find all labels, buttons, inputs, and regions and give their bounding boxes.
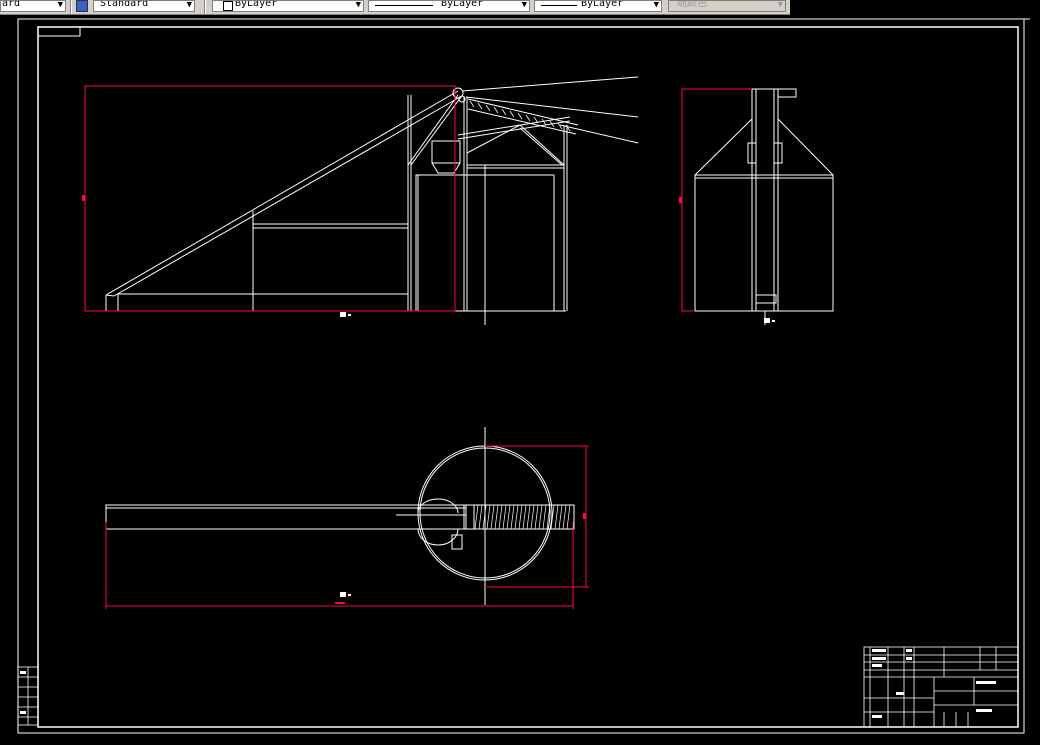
sheet-corner-tag <box>37 26 81 37</box>
title-block-marks <box>20 649 996 718</box>
dimstyle-icon[interactable] <box>76 0 88 12</box>
lineweight-combo[interactable]: ByLayer ▼ <box>534 0 662 12</box>
color-combo[interactable]: 随颜色 ▼ <box>668 0 786 12</box>
top-view <box>105 427 575 605</box>
text-style-value: ard <box>2 0 21 9</box>
side-view <box>694 88 834 325</box>
dropdown-arrow-icon[interactable]: ▼ <box>778 1 783 11</box>
title-block <box>863 646 1019 728</box>
dropdown-arrow-icon[interactable]: ▼ <box>654 1 659 11</box>
dropdown-arrow-icon[interactable]: ▼ <box>522 1 527 11</box>
linetype-preview <box>375 5 433 6</box>
toolbar-separator <box>204 0 206 14</box>
lineweight-preview <box>541 5 577 6</box>
dim-style-combo[interactable]: Standard ▼ <box>93 0 195 12</box>
color-value: 随颜色 <box>677 0 707 9</box>
view-label-marks <box>340 312 775 597</box>
text-style-combo[interactable]: ard ▼ <box>0 0 66 12</box>
revision-block <box>17 666 39 726</box>
front-view <box>105 76 639 325</box>
dim-style-value: Standard <box>100 0 149 9</box>
dropdown-arrow-icon[interactable]: ▼ <box>58 1 63 11</box>
cad-drawing <box>17 18 1030 734</box>
layer-swatch-icon <box>223 1 233 11</box>
dropdown-arrow-icon[interactable]: ▼ <box>187 1 192 11</box>
front-view-spiral <box>469 100 571 132</box>
lineweight-value: ByLayer <box>581 0 624 9</box>
linetype-value: ByLayer <box>441 0 484 9</box>
toolbar-separator <box>70 0 72 14</box>
dropdown-arrow-icon[interactable]: ▼ <box>356 1 361 11</box>
top-view-spiral <box>474 504 571 530</box>
properties-toolbar: ard ▼ Standard ▼ ByLayer ▼ ByLayer ▼ ByL… <box>0 0 790 15</box>
drawing-canvas[interactable] <box>0 15 1040 741</box>
layer-combo[interactable]: ByLayer ▼ <box>212 0 364 12</box>
layer-value: ByLayer <box>235 0 278 9</box>
linetype-combo[interactable]: ByLayer ▼ <box>368 0 530 12</box>
